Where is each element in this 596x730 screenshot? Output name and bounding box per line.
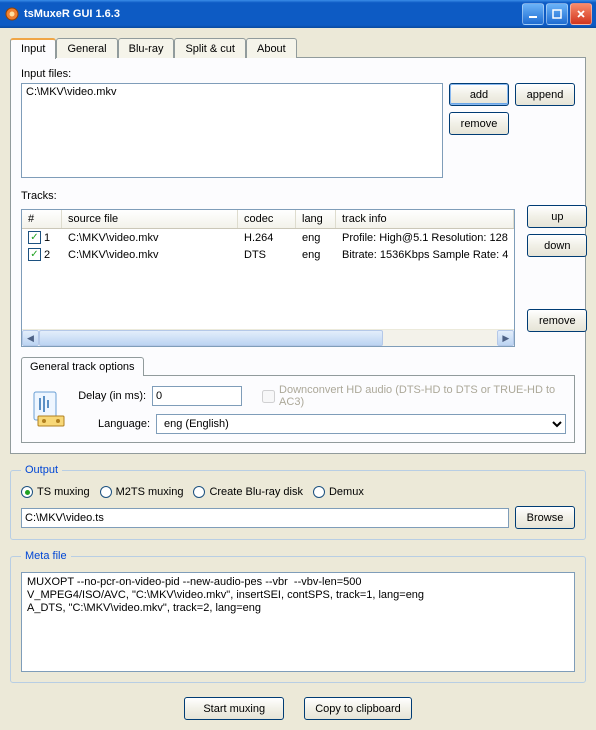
- meta-fieldset: Meta file MUXOPT --no-pcr-on-video-pid -…: [10, 550, 586, 683]
- input-files-label: Input files:: [21, 68, 575, 80]
- tracks-table: # source file codec lang track info ✓1 C…: [21, 209, 515, 347]
- th-source[interactable]: source file: [62, 210, 238, 228]
- output-path-input[interactable]: [21, 508, 509, 528]
- titlebar[interactable]: tsMuxeR GUI 1.6.3: [0, 0, 596, 28]
- tab-bluray[interactable]: Blu-ray: [118, 38, 175, 58]
- tab-about[interactable]: About: [246, 38, 297, 58]
- downconvert-label: Downconvert HD audio (DTS-HD to DTS or T…: [279, 384, 566, 408]
- delay-label: Delay (in ms):: [74, 390, 146, 402]
- scroll-right-icon[interactable]: ▶: [497, 330, 514, 346]
- track-checkbox[interactable]: ✓: [28, 248, 41, 261]
- radio-icon: [100, 486, 112, 498]
- th-codec[interactable]: codec: [238, 210, 296, 228]
- radio-icon: [21, 486, 33, 498]
- remove-input-button[interactable]: remove: [449, 112, 509, 135]
- copy-clipboard-button[interactable]: Copy to clipboard: [304, 697, 412, 720]
- tracks-label: Tracks:: [21, 190, 575, 202]
- output-fieldset: Output TS muxing M2TS muxing Create Blu-…: [10, 464, 586, 540]
- close-button[interactable]: [570, 3, 592, 25]
- output-legend: Output: [21, 464, 62, 476]
- gto-tab[interactable]: General track options: [21, 357, 144, 376]
- tracks-header: # source file codec lang track info: [22, 210, 514, 229]
- radio-ts-muxing[interactable]: TS muxing: [21, 486, 90, 498]
- maximize-button[interactable]: [546, 3, 568, 25]
- up-button[interactable]: up: [527, 205, 587, 228]
- table-row[interactable]: ✓1 C:\MKV\video.mkv H.264 eng Profile: H…: [22, 229, 514, 246]
- browse-button[interactable]: Browse: [515, 506, 575, 529]
- window-title: tsMuxeR GUI 1.6.3: [24, 8, 520, 20]
- gto-panel: Delay (in ms): Downconvert HD audio (DTS…: [21, 375, 575, 443]
- language-select[interactable]: eng (English): [156, 414, 566, 434]
- down-button[interactable]: down: [527, 234, 587, 257]
- delay-input[interactable]: [152, 386, 242, 406]
- tab-splitcut[interactable]: Split & cut: [174, 38, 246, 58]
- radio-icon: [193, 486, 205, 498]
- table-row[interactable]: ✓2 C:\MKV\video.mkv DTS eng Bitrate: 153…: [22, 246, 514, 263]
- input-file-item[interactable]: C:\MKV\video.mkv: [26, 86, 438, 98]
- main-tabs: Input General Blu-ray Split & cut About: [10, 38, 586, 58]
- meta-legend: Meta file: [21, 550, 71, 562]
- append-button[interactable]: append: [515, 83, 575, 106]
- horizontal-scrollbar[interactable]: ◀ ▶: [22, 329, 514, 346]
- tab-input[interactable]: Input: [10, 38, 56, 59]
- language-label: Language:: [74, 418, 150, 430]
- track-checkbox[interactable]: ✓: [28, 231, 41, 244]
- tracks-body: ✓1 C:\MKV\video.mkv H.264 eng Profile: H…: [22, 229, 514, 329]
- start-muxing-button[interactable]: Start muxing: [184, 697, 284, 720]
- tab-panel-input: Input files: C:\MKV\video.mkv add append…: [10, 57, 586, 454]
- th-lang[interactable]: lang: [296, 210, 336, 228]
- scroll-left-icon[interactable]: ◀: [22, 330, 39, 346]
- scroll-thumb[interactable]: [39, 330, 383, 346]
- downconvert-checkbox: [262, 390, 275, 403]
- radio-demux[interactable]: Demux: [313, 486, 364, 498]
- tab-general[interactable]: General: [56, 38, 117, 58]
- remove-track-button[interactable]: remove: [527, 309, 587, 332]
- radio-bluray[interactable]: Create Blu-ray disk: [193, 486, 303, 498]
- input-files-list[interactable]: C:\MKV\video.mkv: [21, 83, 443, 178]
- radio-icon: [313, 486, 325, 498]
- th-info[interactable]: track info: [336, 210, 514, 228]
- minimize-button[interactable]: [522, 3, 544, 25]
- app-icon: [4, 6, 20, 22]
- add-button[interactable]: add: [449, 83, 509, 106]
- scroll-track[interactable]: [39, 330, 497, 346]
- th-num[interactable]: #: [22, 210, 62, 228]
- meta-textarea[interactable]: MUXOPT --no-pcr-on-video-pid --new-audio…: [21, 572, 575, 672]
- radio-m2ts-muxing[interactable]: M2TS muxing: [100, 486, 184, 498]
- audio-track-icon: [30, 390, 68, 428]
